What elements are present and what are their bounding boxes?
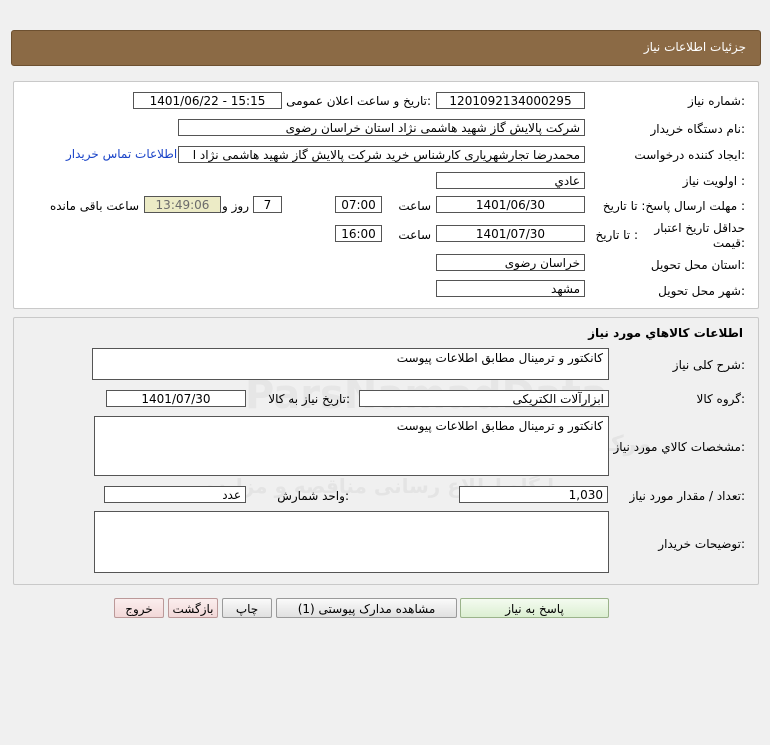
unit-label: واحد شمارش: [277, 489, 349, 503]
group-field: ابزارآلات الکتریکی [359, 390, 609, 407]
deadline-label: مهلت ارسال پاسخ: تا تاریخ : [602, 199, 745, 213]
reply-button[interactable]: پاسخ به نیاز [460, 598, 609, 618]
unit-field: عدد [104, 486, 246, 503]
validity-time-label: ساعت [398, 228, 431, 242]
need-number-label: شماره نیاز: [687, 94, 745, 108]
creator-label: ایجاد کننده درخواست: [634, 148, 745, 162]
buyer-notes-field [94, 511, 609, 573]
validity-label: حداقل تاریخ اعتبار [654, 221, 745, 235]
need-info-panel [13, 81, 759, 309]
deadline-time-label: ساعت [398, 199, 431, 213]
validity-to-label: تا تاریخ : [595, 228, 638, 242]
need-date-field: 1401/07/30 [106, 390, 246, 407]
days-label: روز و [222, 199, 249, 213]
creator-field: محمدرضا تجارشهریاری کارشناس خرید شرکت پا… [178, 146, 585, 163]
priority-label: اولویت نیاز : [682, 174, 745, 188]
summary-field: کانکتور و ترمینال مطابق اطلاعات پیوست [92, 348, 609, 380]
print-button[interactable]: چاپ [222, 598, 272, 618]
quantity-label: تعداد / مقدار مورد نیاز: [629, 489, 745, 503]
page-title: جزئیات اطلاعات نیاز [643, 40, 746, 54]
goods-section-title: اطلاعات کالاهاي مورد نياز [588, 326, 743, 340]
deadline-date-field: 1401/06/30 [436, 196, 585, 213]
buyer-field: شرکت پالایش گاز شهید هاشمی نژاد استان خر… [178, 119, 585, 136]
announce-field: 1401/06/22 - 15:15 [133, 92, 282, 109]
group-label: گروه کالا: [696, 392, 746, 406]
quantity-field: 1,030 [459, 486, 608, 503]
announce-label: تاریخ و ساعت اعلان عمومی: [286, 94, 431, 108]
view-attachments-button[interactable]: مشاهده مدارک پیوستی (1) [276, 598, 457, 618]
deadline-time-field: 07:00 [335, 196, 382, 213]
city-field: مشهد [436, 280, 585, 297]
specs-field: کانکتور و ترمینال مطابق اطلاعات پیوست [94, 416, 609, 476]
province-label: استان محل تحویل: [650, 258, 745, 272]
validity-time-field: 16:00 [335, 225, 382, 242]
buyer-contact-link[interactable]: اطلاعات تماس خریدار [66, 147, 177, 161]
remaining-label: ساعت باقی مانده [49, 199, 139, 213]
need-date-label: تاریخ نیاز به کالا: [268, 392, 350, 406]
specs-label: مشخصات کالاي مورد نياز: [613, 440, 745, 454]
page-header: جزئیات اطلاعات نیاز [11, 30, 761, 66]
buyer-notes-label: توضیحات خریدار: [658, 537, 745, 551]
need-number-field: 1201092134000295 [436, 92, 585, 109]
remaining-time-field: 13:49:06 [144, 196, 221, 213]
summary-label: شرح کلی نیاز: [672, 358, 745, 372]
city-label: شهر محل تحویل: [658, 284, 745, 298]
exit-button[interactable]: خروج [114, 598, 164, 618]
validity-label-2: قیمت: [712, 236, 745, 250]
priority-field: عادي [436, 172, 585, 189]
back-button[interactable]: بازگشت [168, 598, 218, 618]
buyer-label: نام دستگاه خریدار: [650, 122, 746, 136]
validity-date-field: 1401/07/30 [436, 225, 585, 242]
province-field: خراسان رضوی [436, 254, 585, 271]
days-field: 7 [253, 196, 282, 213]
